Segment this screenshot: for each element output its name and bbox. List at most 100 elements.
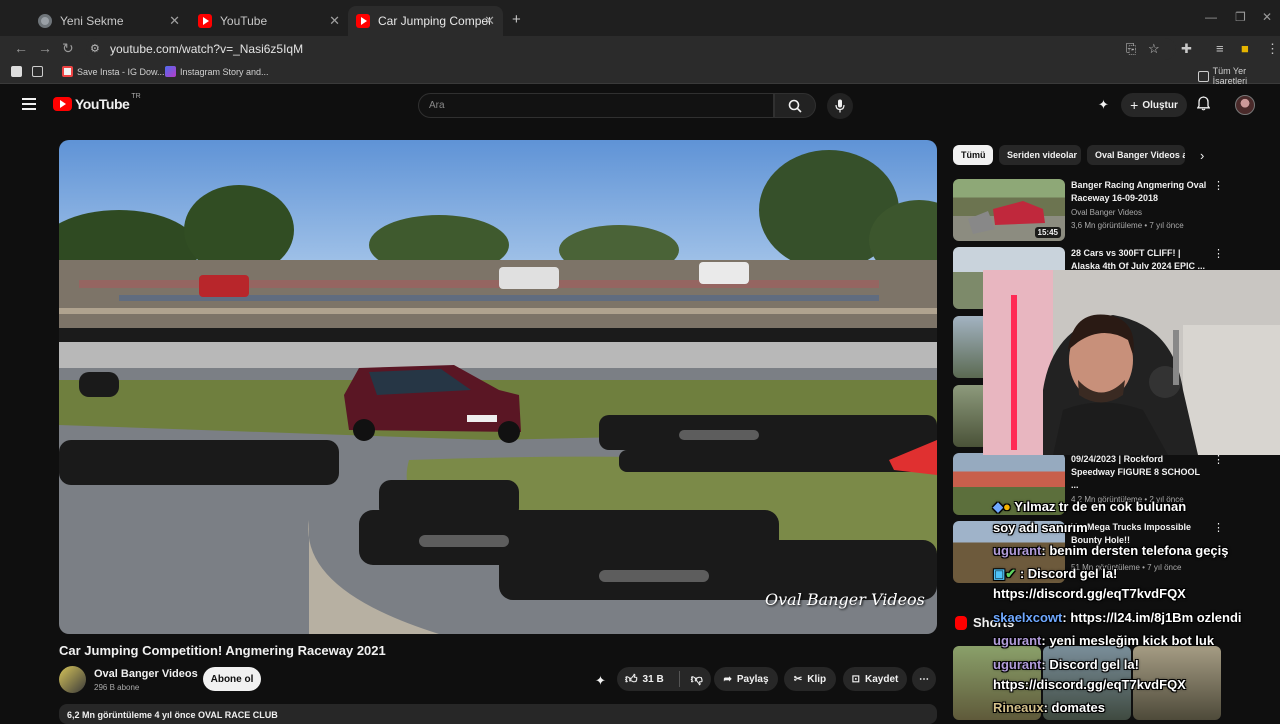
chat-username[interactable]: skaelxcowt xyxy=(993,610,1062,625)
notifications-bell-icon[interactable] xyxy=(1196,96,1211,114)
save-button[interactable]: ⊡ Kaydet xyxy=(843,667,907,691)
install-app-icon[interactable]: ⎘ xyxy=(1126,41,1136,57)
recommendation-title: Banger Racing Angmering Oval Raceway 16-… xyxy=(1071,180,1207,203)
all-bookmarks-label: Tüm Yer İşaretleri xyxy=(1212,66,1248,86)
all-bookmarks[interactable]: Tüm Yer İşaretleri xyxy=(1198,66,1280,86)
url-field[interactable]: ⚙ youtube.com/watch?v=_Nasi6z5IqM xyxy=(86,38,1176,60)
browser-menu-icon[interactable]: ⋮ xyxy=(1266,41,1279,57)
video-watermark: Oval Banger Videos xyxy=(765,590,925,609)
new-tab-icon[interactable]: + xyxy=(512,11,521,28)
chat-link[interactable]: https://discord.gg/eqT7kvdFQX xyxy=(993,586,1186,601)
tab-current-video[interactable]: Car Jumping Competition! Ang ✕ xyxy=(348,6,503,36)
channel-name[interactable]: Oval Banger Videos xyxy=(94,668,198,680)
chip-series-videos[interactable]: Seriden videolar xyxy=(999,145,1081,165)
user-avatar[interactable] xyxy=(1235,95,1255,115)
voice-search-button[interactable] xyxy=(827,93,853,119)
youtube-play-icon xyxy=(53,97,72,111)
chat-username[interactable]: ugurant xyxy=(993,633,1041,648)
chevron-right-icon[interactable]: › xyxy=(1200,148,1204,163)
chat-message: ugurant: benim dersten telefona geçiş xyxy=(993,543,1229,558)
forward-icon[interactable]: → xyxy=(38,40,52,56)
video-frame xyxy=(59,140,937,634)
recommendation-title: 28 Cars vs 300FT CLIFF! | Alaska 4th Of … xyxy=(1071,248,1206,269)
bookmarks-bar: Save Insta - IG Dow... Instagram Story a… xyxy=(0,62,1280,86)
tab-youtube[interactable]: YouTube ✕ xyxy=(190,6,348,36)
ai-summary-icon[interactable]: ✦ xyxy=(595,673,606,689)
separator xyxy=(678,671,680,687)
chat-username[interactable]: ugurant xyxy=(993,657,1041,672)
recommendation-meta: 3,6 Mn görüntüleme • 7 yıl önce xyxy=(1071,221,1184,230)
reading-list-icon[interactable]: ≡ xyxy=(1216,41,1224,56)
tab-new-tab[interactable]: Yeni Sekme ✕ xyxy=(30,6,188,36)
more-options-icon[interactable]: ⋮ xyxy=(1213,247,1224,260)
profile-extension-icon[interactable]: ■ xyxy=(1241,41,1249,56)
tab-label: YouTube xyxy=(220,14,268,28)
save-insta-icon xyxy=(62,66,73,77)
clip-label: Klip xyxy=(807,673,827,685)
create-button[interactable]: + Oluştur xyxy=(1121,93,1187,117)
chat-badge-icon: ✔ xyxy=(1005,566,1017,581)
search-icon xyxy=(788,99,802,113)
chip-channel-videos[interactable]: Oval Banger Videos ad xyxy=(1087,145,1185,165)
more-options-icon[interactable]: ⋮ xyxy=(1213,179,1224,192)
close-icon[interactable]: ✕ xyxy=(169,13,180,29)
close-window-icon[interactable]: ✕ xyxy=(1262,10,1272,24)
more-options-icon[interactable]: ⋮ xyxy=(1213,521,1224,534)
chat-message: ugurant: yeni mesleğim kick bot luk xyxy=(993,633,1214,648)
extensions-icon[interactable]: ✚ xyxy=(1181,41,1192,57)
chat-text: : https://l24.im/8j1Bm ozlendi xyxy=(1062,610,1242,625)
search-button[interactable] xyxy=(774,93,816,118)
minimize-icon[interactable]: — xyxy=(1205,10,1217,24)
tab-label: Car Jumping Competition! Ang xyxy=(378,14,490,28)
page-icon[interactable] xyxy=(11,66,26,77)
apps-grid-icon[interactable] xyxy=(32,66,47,77)
bookmark-star-icon[interactable]: ☆ xyxy=(1148,41,1160,57)
channel-avatar[interactable] xyxy=(59,666,86,693)
chat-text: Yılmaz tr de en cok bulunan xyxy=(1014,499,1187,514)
bookmark-instagram-story[interactable]: Instagram Story and... xyxy=(165,66,269,77)
chat-message: ▣✔ : Discord gel la! xyxy=(993,566,1117,582)
more-actions-button[interactable]: ⋯ xyxy=(912,667,936,691)
close-icon[interactable]: ✕ xyxy=(484,13,495,29)
recommendation-item[interactable]: 15:45 Banger Racing Angmering Oval Racew… xyxy=(953,179,1224,241)
chat-link[interactable]: https://discord.gg/eqT7kvdFQX xyxy=(993,677,1186,692)
create-label: Oluştur xyxy=(1142,99,1178,111)
save-playlist-icon: ⊡ xyxy=(851,673,861,685)
hamburger-menu-icon[interactable] xyxy=(22,98,36,110)
chat-text: : domates xyxy=(1043,700,1105,715)
youtube-logo[interactable]: YouTube TR xyxy=(53,92,141,112)
description-meta: 6,2 Mn görüntüleme 4 yıl önce OVAL RACE … xyxy=(67,710,278,720)
search-input[interactable]: Ara xyxy=(418,93,774,118)
back-icon[interactable]: ← xyxy=(14,40,28,56)
close-icon[interactable]: ✕ xyxy=(329,13,340,29)
maximize-icon[interactable]: ❐ xyxy=(1235,10,1246,24)
clip-button[interactable]: ✂ Klip xyxy=(784,667,836,691)
share-button[interactable]: ➦ Paylaş xyxy=(714,667,778,691)
browser-tab-bar: Yeni Sekme ✕ YouTube ✕ Car Jumping Compe… xyxy=(0,0,1280,36)
chat-text: : benim dersten telefona geçiş xyxy=(1041,543,1229,558)
video-thumbnail: 15:45 xyxy=(953,179,1065,241)
chrome-icon xyxy=(38,14,52,28)
like-dislike-group: 👍︎ 31 B 👎︎ xyxy=(617,667,711,691)
description-box[interactable]: 6,2 Mn görüntüleme 4 yıl önce OVAL RACE … xyxy=(59,704,937,724)
video-player[interactable] xyxy=(59,140,937,634)
shorts-icon xyxy=(955,615,967,630)
like-button[interactable]: 👍︎ 31 B xyxy=(625,672,664,687)
like-count: 31 B xyxy=(642,673,664,685)
chat-message: soy adı sanırım xyxy=(993,520,1088,535)
video-title: Car Jumping Competition! Angmering Racew… xyxy=(59,643,386,658)
chat-badge-icon: ● xyxy=(1003,499,1011,514)
bookmark-save-insta[interactable]: Save Insta - IG Dow... xyxy=(62,66,165,77)
chat-username[interactable]: Rineaux xyxy=(993,700,1044,715)
ai-assistant-icon[interactable]: ✦ xyxy=(1098,97,1109,113)
country-code: TR xyxy=(131,92,141,100)
subscribe-button[interactable]: Abone ol xyxy=(203,667,261,691)
site-info-icon[interactable]: ⚙ xyxy=(90,38,100,60)
streamer-webcam xyxy=(983,270,1280,455)
thumbs-down-icon[interactable]: 👎︎ xyxy=(691,672,703,687)
recommendation-channel: Oval Banger Videos xyxy=(1071,208,1143,217)
reload-icon[interactable]: ↻ xyxy=(62,40,74,57)
chat-text: : yeni mesleğim kick bot luk xyxy=(1041,633,1215,648)
chip-all[interactable]: Tümü xyxy=(953,145,993,165)
chat-username[interactable]: ugurant xyxy=(993,543,1041,558)
